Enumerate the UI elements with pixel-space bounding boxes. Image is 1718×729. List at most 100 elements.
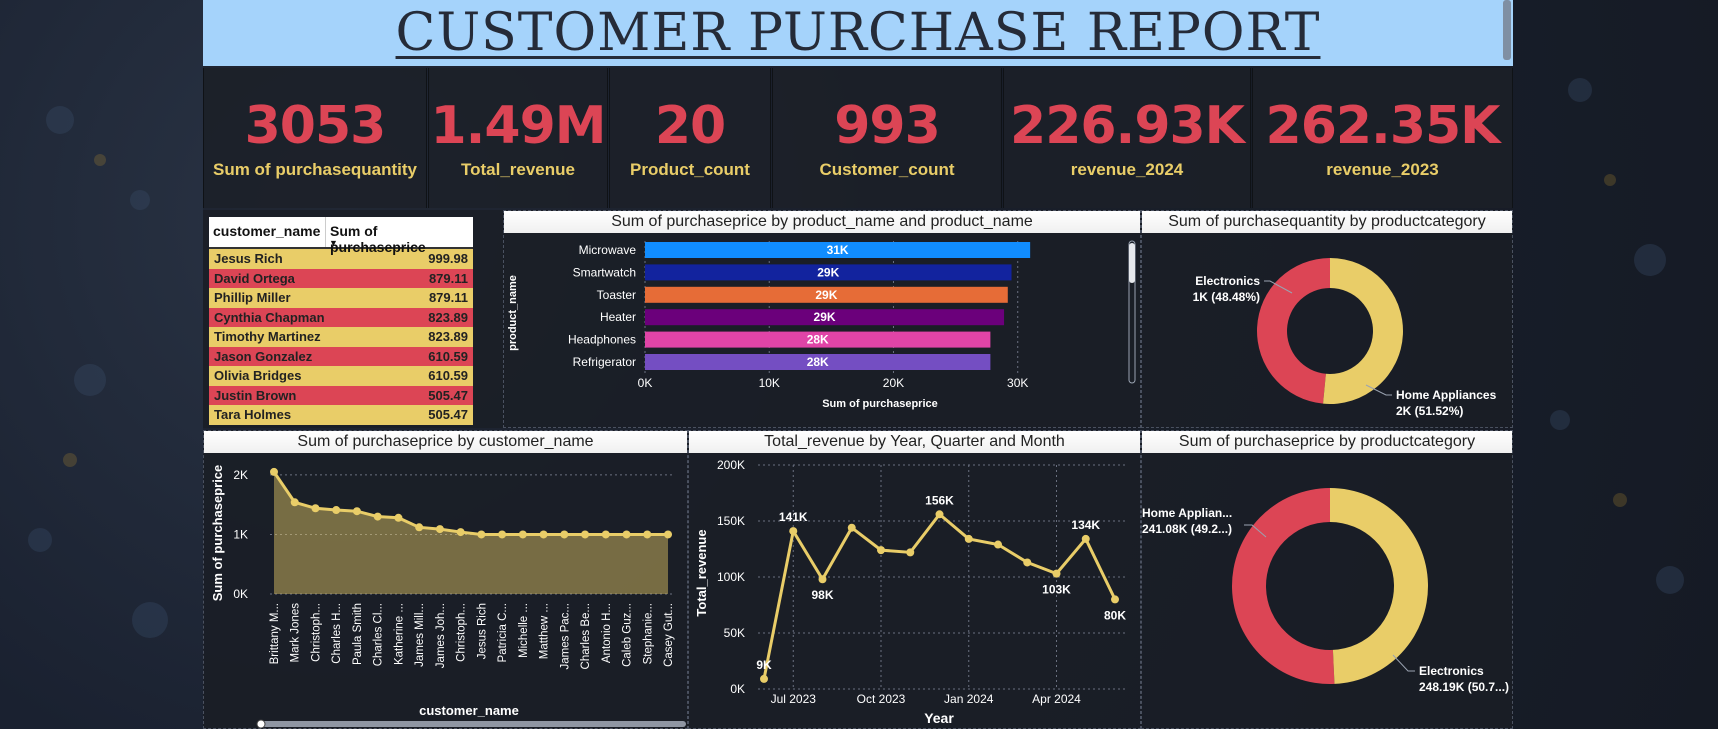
data-point[interactable] [435, 525, 444, 534]
bar-data-label: 29K [815, 288, 837, 302]
cell-purchaseprice: 505.47 [428, 407, 468, 422]
cell-customer-name: David Ortega [214, 270, 295, 286]
y-tick-label: 100K [717, 570, 745, 584]
data-point[interactable] [373, 512, 382, 521]
data-point[interactable] [1111, 595, 1119, 604]
x-axis-title: Sum of purchaseprice [822, 398, 938, 410]
quantity-donut-panel[interactable]: Sum of purchasequantity by productcatego… [1141, 210, 1513, 428]
cell-purchaseprice: 879.11 [428, 290, 468, 305]
table-row[interactable]: Justin Brown 505.47 [209, 385, 473, 405]
data-point[interactable] [1081, 534, 1090, 543]
x-tick-label: Oct 2023 [857, 692, 906, 706]
x-category-label: Antonio H... [601, 603, 613, 663]
data-point[interactable] [415, 523, 424, 532]
page-scrollbar[interactable] [1503, 0, 1511, 60]
data-point[interactable] [560, 530, 569, 539]
data-point[interactable] [1023, 558, 1032, 567]
data-point[interactable] [789, 527, 798, 536]
data-point[interactable] [539, 530, 548, 539]
data-point[interactable] [622, 530, 631, 539]
data-point[interactable] [877, 546, 885, 555]
table-row[interactable]: Timothy Martinez 823.89 [209, 327, 473, 347]
cell-customer-name: Jason Gonzalez [214, 348, 313, 364]
scrollbar-handle[interactable] [256, 719, 266, 728]
sort-descending-icon: ▼ [329, 238, 338, 248]
cell-purchaseprice: 823.89 [428, 309, 468, 325]
point-data-label: 80K [1104, 608, 1126, 622]
table-row[interactable]: Jason Gonzalez 610.59 [209, 346, 473, 366]
kpi-card-total-revenue[interactable]: 1.49M Total_revenue [428, 68, 608, 208]
table-header: customer_name Sum of purchaseprice ▼ [209, 217, 473, 255]
data-point[interactable] [601, 530, 610, 539]
kpi-card-purchase-quantity[interactable]: 3053 Sum of purchasequantity [203, 68, 427, 208]
chart-scrollbar-thumb[interactable] [1129, 243, 1135, 283]
revenue-line-chart-panel[interactable]: Total_revenue by Year, Quarter and Month… [688, 430, 1141, 729]
kpi-card-revenue-2024[interactable]: 226.93K revenue_2024 [1003, 68, 1251, 208]
table-row[interactable]: Cynthia Chapman 823.89 [209, 307, 473, 327]
x-category-label: Charles H... [331, 603, 343, 664]
data-point[interactable] [581, 530, 590, 539]
data-point[interactable] [352, 507, 361, 516]
donut-slice[interactable] [1330, 488, 1428, 684]
kpi-label: revenue_2024 [1070, 160, 1184, 179]
donut-slice[interactable] [1257, 258, 1330, 404]
customer-area-chart-panel[interactable]: Sum of purchaseprice by customer_name 0K… [203, 430, 688, 729]
data-point[interactable] [518, 530, 527, 539]
bar-data-label: 28K [807, 333, 829, 347]
data-point[interactable] [456, 528, 465, 537]
column-header-label: Sum of purchaseprice [330, 223, 426, 255]
cell-purchaseprice: 823.89 [428, 329, 468, 344]
table-row[interactable]: Tara Holmes 505.47 [209, 405, 473, 425]
slice-label-value: 1K (48.48%) [1193, 290, 1260, 304]
slice-label-name: Home Applian... [1142, 506, 1232, 520]
data-point[interactable] [311, 504, 320, 513]
data-point[interactable] [498, 530, 507, 539]
x-category-label: Stephanie... [642, 603, 654, 664]
data-point[interactable] [290, 498, 299, 507]
point-data-label: 98K [811, 588, 833, 602]
data-point[interactable] [818, 575, 827, 584]
data-point[interactable] [664, 530, 672, 539]
cell-customer-name: Phillip Miller [214, 290, 291, 305]
x-axis-title: customer_name [419, 703, 519, 718]
data-point[interactable] [270, 467, 278, 476]
quantity-donut-chart: Electronics 1K (48.48%) Home Appliances 2K … [1193, 258, 1497, 418]
slice-label-value: 2K (51.52%) [1396, 404, 1463, 418]
point-data-label: 156K [925, 493, 954, 507]
x-category-label: Christoph... [310, 603, 322, 662]
kpi-card-revenue-2023[interactable]: 262.35K revenue_2023 [1252, 68, 1513, 208]
donut-slice[interactable] [1231, 488, 1335, 684]
table-row[interactable]: Olivia Bridges 610.59 [209, 366, 473, 386]
kpi-card-customer-count[interactable]: 993 Customer_count [772, 68, 1002, 208]
bar-data-label: 31K [827, 243, 849, 257]
kpi-card-product-count[interactable]: 20 Product_count [609, 68, 771, 208]
donut-slice[interactable] [1323, 258, 1404, 404]
column-header-purchaseprice[interactable]: Sum of purchaseprice ▼ [325, 217, 473, 255]
data-point[interactable] [906, 548, 915, 557]
x-category-label: Christoph... [456, 603, 468, 662]
data-point[interactable] [1052, 569, 1061, 578]
data-point[interactable] [964, 534, 973, 543]
point-data-label: 141K [779, 510, 808, 524]
data-point[interactable] [477, 530, 486, 539]
data-point[interactable] [847, 523, 856, 532]
table-row[interactable]: David Ortega 879.11 [209, 268, 473, 288]
data-point[interactable] [332, 506, 341, 515]
data-point[interactable] [935, 510, 944, 519]
cell-customer-name: Timothy Martinez [214, 329, 321, 344]
price-donut-panel[interactable]: Sum of purchaseprice by productcategory … [1141, 430, 1513, 729]
data-point[interactable] [643, 530, 652, 539]
data-point[interactable] [994, 540, 1002, 549]
horizontal-scrollbar[interactable] [258, 721, 686, 727]
y-tick-label: 1K [233, 527, 248, 541]
cell-customer-name: Jesus Rich [214, 251, 283, 266]
x-category-label: Patricia C... [497, 603, 509, 662]
x-category-label: Jesus Rich [476, 603, 488, 659]
table-row[interactable]: Phillip Miller 879.11 [209, 288, 473, 308]
product-bar-chart-panel[interactable]: Sum of purchaseprice by product_name and… [503, 210, 1141, 428]
data-point[interactable] [760, 674, 768, 683]
price-donut-chart: Electronics 248.19K (50.7...) Home Applian… [1142, 488, 1509, 694]
data-point[interactable] [394, 513, 403, 522]
column-header-customer-name[interactable]: customer_name [209, 217, 325, 247]
slice-label-name: Home Appliances [1396, 388, 1497, 402]
